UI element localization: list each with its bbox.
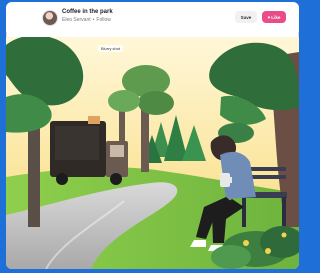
park-illustration (6, 37, 299, 269)
byline-separator: • (92, 17, 95, 23)
browser-window: Coffee in the park Eleo Servant • Follow S… (6, 2, 299, 269)
shot-image[interactable]: Blurry shot (6, 37, 299, 269)
follow-link[interactable]: Follow (96, 17, 110, 23)
avatar[interactable] (42, 10, 58, 26)
shot-header: Coffee in the park Eleo Servant • Follow S… (6, 2, 299, 32)
author-name[interactable]: Eleo Servant (62, 17, 91, 23)
save-button[interactable]: Save (235, 11, 257, 23)
shot-title: Coffee in the park (62, 9, 113, 15)
like-label: Like (271, 14, 281, 20)
heart-icon: ♥ (267, 14, 271, 20)
shot-tag: Blurry shot (98, 45, 124, 52)
like-button[interactable]: ♥ Like (262, 11, 286, 23)
author-line: Eleo Servant • Follow (62, 17, 111, 23)
